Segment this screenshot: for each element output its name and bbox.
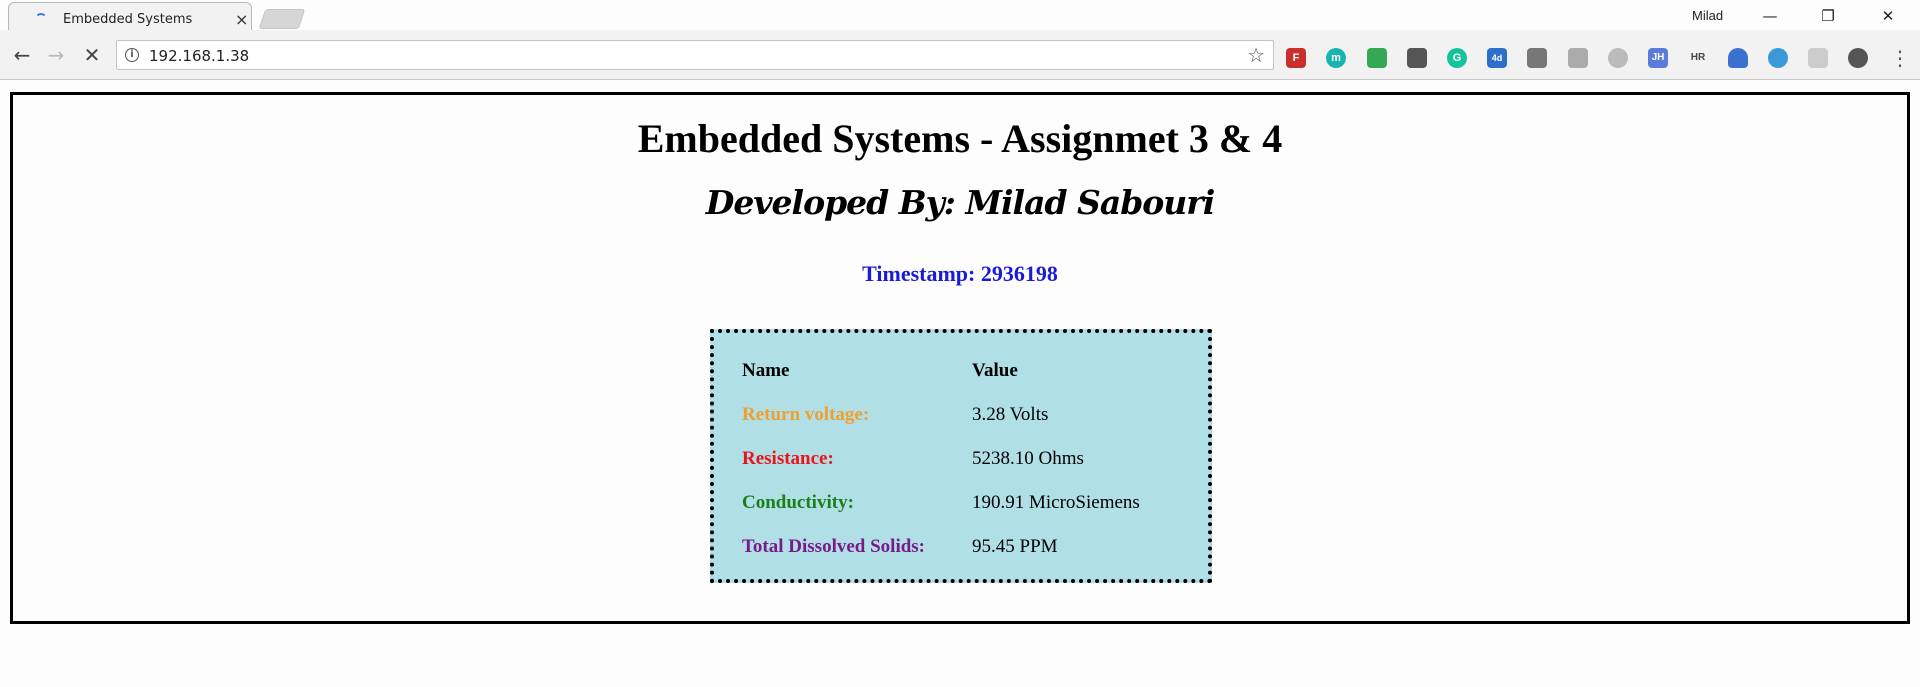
readings-panel: Name Value Return voltage: 3.28 Volts Re…	[710, 329, 1212, 583]
mercury-icon[interactable]: m	[1326, 48, 1346, 68]
table-header-row: Name Value	[742, 349, 1140, 393]
restore-button[interactable]: ❐	[1800, 2, 1856, 30]
bulb-icon[interactable]	[1407, 48, 1427, 68]
shield-icon[interactable]	[1608, 48, 1628, 68]
forward-arrow-icon[interactable]: →	[44, 43, 68, 67]
tab-title: Embedded Systems	[63, 12, 193, 27]
url-text[interactable]: 192.168.1.38	[149, 47, 249, 65]
row-value: 3.28 Volts	[972, 404, 1049, 425]
page-subtitle: Developed By: Milad Sabouri	[705, 183, 1215, 222]
header-name: Name	[742, 360, 790, 381]
row-label: Total Dissolved Solids:	[742, 536, 926, 557]
loading-spinner-icon	[35, 13, 47, 25]
hr-icon[interactable]: HR	[1688, 48, 1708, 68]
readings-table: Name Value Return voltage: 3.28 Volts Re…	[742, 349, 1140, 569]
row-label: Resistance:	[742, 448, 834, 469]
table-row: Conductivity: 190.91 MicroSiemens	[742, 481, 1140, 525]
close-window-button[interactable]: ✕	[1860, 2, 1916, 30]
table-row: Resistance: 5238.10 Ohms	[742, 437, 1140, 481]
row-label: Return voltage:	[742, 404, 870, 425]
timestamp-text: Timestamp: 2936198	[862, 261, 1058, 286]
puzzle-icon[interactable]	[1808, 48, 1828, 68]
row-label: Conductivity:	[742, 492, 854, 513]
film-icon[interactable]	[1848, 48, 1868, 68]
grammarly-icon[interactable]: G	[1447, 48, 1467, 68]
bookmark-star-icon[interactable]: ☆	[1247, 43, 1265, 67]
table-row: Return voltage: 3.28 Volts	[742, 393, 1140, 437]
site-info-icon[interactable]: i	[125, 48, 139, 62]
browser-menu-icon[interactable]: ⋮	[1890, 46, 1910, 70]
timer-icon[interactable]	[1768, 48, 1788, 68]
address-bar[interactable]: i 192.168.1.38 ☆	[116, 40, 1274, 70]
profile-name[interactable]: Milad	[1692, 8, 1723, 23]
page-title: Embedded Systems - Assignmet 3 & 4	[637, 116, 1283, 161]
page-container: Embedded Systems - Assignmet 3 & 4 Devel…	[10, 92, 1910, 624]
minimize-button[interactable]: —	[1742, 2, 1798, 30]
row-value: 190.91 MicroSiemens	[972, 492, 1140, 513]
google-icon[interactable]	[1367, 48, 1387, 68]
header-value: Value	[972, 360, 1018, 381]
copy-icon[interactable]	[1568, 48, 1588, 68]
new-tab-button[interactable]	[258, 9, 306, 29]
stop-icon[interactable]: ✕	[80, 43, 104, 67]
browser-toolbar: ← → ✕ i 192.168.1.38 ☆	[0, 30, 1920, 80]
notes-icon[interactable]	[1527, 48, 1547, 68]
tab-close-icon[interactable]: ×	[235, 10, 248, 29]
row-value: 5238.10 Ohms	[972, 448, 1084, 469]
tab-strip: Embedded Systems × Milad — ❐ ✕	[0, 0, 1920, 34]
jh-icon[interactable]: JH	[1648, 48, 1668, 68]
row-value: 95.45 PPM	[972, 536, 1058, 557]
feedly-icon[interactable]: F	[1286, 48, 1306, 68]
back-arrow-icon[interactable]: ←	[10, 43, 34, 67]
badge-ext-icon[interactable]: 4d	[1487, 48, 1507, 68]
table-row: Total Dissolved Solids: 95.45 PPM	[742, 525, 1140, 569]
cloud-icon[interactable]	[1728, 48, 1748, 68]
